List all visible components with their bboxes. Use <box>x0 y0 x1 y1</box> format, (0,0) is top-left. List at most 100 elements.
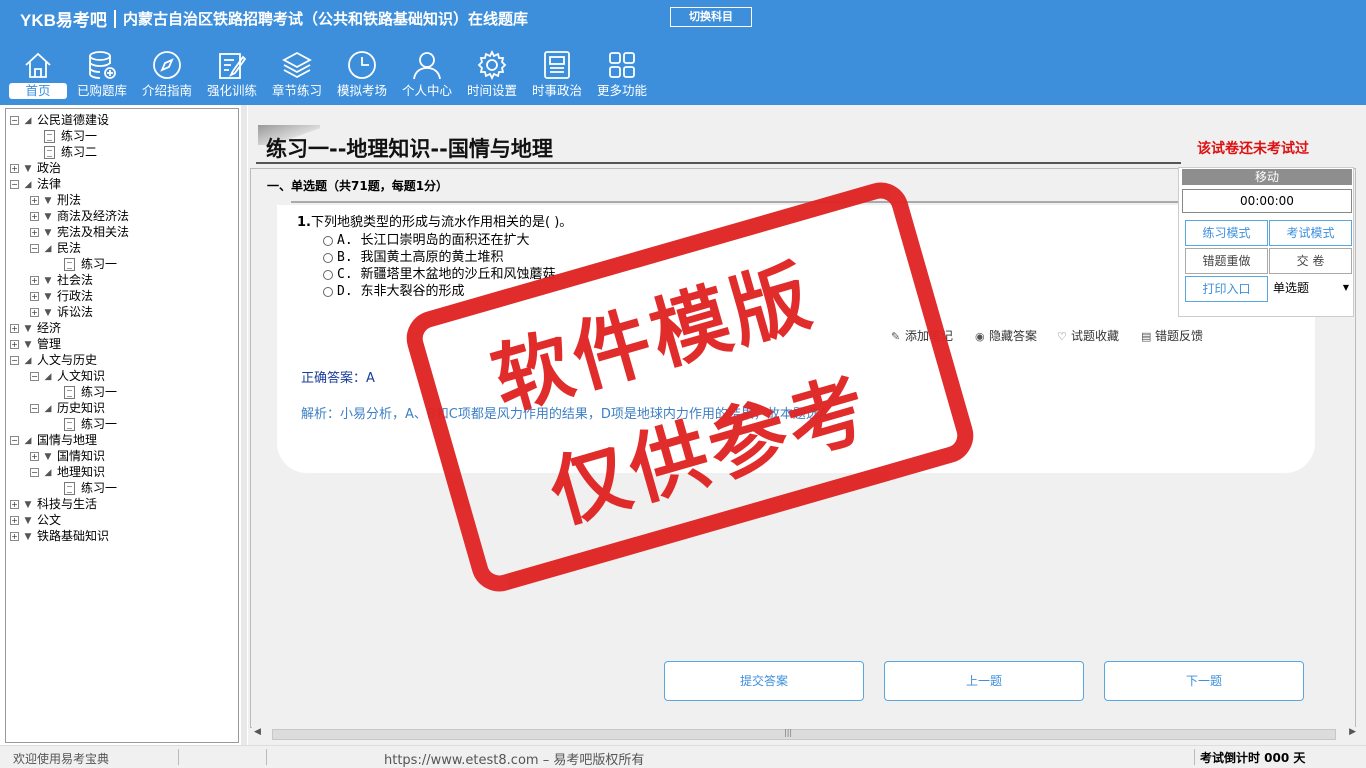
tree-node[interactable]: − ◢ 国情与地理 <box>10 432 97 448</box>
nav-training[interactable]: 强化训练 <box>200 45 264 103</box>
folder-arrow-icon: ▼ <box>24 339 32 350</box>
tree-node[interactable]: − ◢ 法律 <box>10 176 61 192</box>
nav-current-affairs[interactable]: 时事政治 <box>525 45 589 103</box>
nav-home[interactable]: 首页 <box>6 45 70 103</box>
clock-icon <box>348 51 376 79</box>
switch-subject-button[interactable]: 切换科目 <box>670 7 752 27</box>
tree-node[interactable]: + ▼ 管理 <box>10 336 61 352</box>
collapse-icon[interactable]: − <box>30 244 39 253</box>
tree-node[interactable]: − ◢ 民法 <box>30 240 81 256</box>
collapse-icon[interactable]: − <box>10 116 19 125</box>
collapse-icon[interactable]: − <box>30 404 39 413</box>
panel-move-handle[interactable]: 移动 <box>1182 169 1352 185</box>
expand-icon[interactable]: + <box>10 324 19 333</box>
tree-node[interactable]: 练习一 <box>64 256 117 272</box>
nav-mock-exam[interactable]: 模拟考场 <box>330 45 394 103</box>
tree-node-label: 社会法 <box>57 273 94 287</box>
tree-node[interactable]: + ▼ 国情知识 <box>30 448 105 464</box>
tree-node[interactable]: + ▼ 政治 <box>10 160 61 176</box>
redo-wrong-button[interactable]: 错题重做 <box>1185 248 1268 274</box>
collapse-icon[interactable]: − <box>10 436 19 445</box>
tree-node-label: 地理知识 <box>57 465 106 479</box>
scroll-right-icon[interactable]: ▶ <box>1349 727 1356 737</box>
radio-icon[interactable] <box>323 269 333 280</box>
radio-icon[interactable] <box>323 235 333 246</box>
tree-node-label: 练习一 <box>81 385 118 399</box>
expand-icon[interactable]: + <box>30 276 39 285</box>
folder-arrow-icon: ▼ <box>24 499 32 510</box>
tree-node[interactable]: 练习一 <box>64 416 117 432</box>
app-title: 内蒙古自治区铁路招聘考试（公共和铁路基础知识）在线题库 <box>123 10 529 28</box>
expand-icon[interactable]: + <box>30 196 39 205</box>
feedback-button[interactable]: ▤ 错题反馈 <box>1141 327 1203 344</box>
tree-node[interactable]: − ◢ 历史知识 <box>30 400 105 416</box>
folder-arrow-icon: ◢ <box>44 403 52 414</box>
question-type-select[interactable]: 单选题 ▼ <box>1271 276 1353 302</box>
document-icon <box>44 146 55 159</box>
previous-question-button[interactable]: 上一题 <box>884 661 1084 701</box>
tree-node-label: 练习一 <box>81 257 118 271</box>
folder-arrow-icon: ▼ <box>24 323 32 334</box>
tree-node[interactable]: 练习一 <box>64 384 117 400</box>
tree-node[interactable]: + ▼ 宪法及相关法 <box>30 224 129 240</box>
tree-node[interactable]: 练习一 <box>64 480 117 496</box>
expand-icon[interactable]: + <box>30 308 39 317</box>
splitter[interactable] <box>241 105 247 745</box>
nav-more[interactable]: 更多功能 <box>590 45 654 103</box>
tree-node[interactable]: + ▼ 科技与生活 <box>10 496 97 512</box>
expand-icon[interactable]: + <box>10 532 19 541</box>
tree-node[interactable]: 练习二 <box>44 144 97 160</box>
tree-node[interactable]: − ◢ 人文知识 <box>30 368 105 384</box>
status-bar: 欢迎使用易考宝典 https://www.etest8.com – 易考吧版权所… <box>0 745 1366 768</box>
expand-icon[interactable]: + <box>30 212 39 221</box>
expand-icon[interactable]: + <box>10 500 19 509</box>
collapse-icon[interactable]: − <box>30 372 39 381</box>
tree-node[interactable]: + ▼ 铁路基础知识 <box>10 528 109 544</box>
favorite-button[interactable]: ♡ 试题收藏 <box>1057 327 1119 344</box>
nav-chapter[interactable]: 章节练习 <box>265 45 329 103</box>
tree-node[interactable]: + ▼ 刑法 <box>30 192 81 208</box>
scroll-left-icon[interactable]: ◀ <box>254 727 261 737</box>
horizontal-scrollbar[interactable]: ◀ ||| ▶ <box>252 727 1360 742</box>
tree-node[interactable]: − ◢ 人文与历史 <box>10 352 97 368</box>
submit-answer-button[interactable]: 提交答案 <box>664 661 864 701</box>
tree-node[interactable]: + ▼ 商法及经济法 <box>30 208 129 224</box>
collapse-icon[interactable]: − <box>10 180 19 189</box>
tree-node-label: 国情与地理 <box>37 433 98 447</box>
expand-icon[interactable]: + <box>10 340 19 349</box>
hand-in-button[interactable]: 交 卷 <box>1269 248 1352 274</box>
grid-icon <box>609 52 635 78</box>
next-question-button[interactable]: 下一题 <box>1104 661 1304 701</box>
tree-node[interactable]: + ▼ 行政法 <box>30 288 93 304</box>
radio-icon[interactable] <box>323 252 333 263</box>
tree-node[interactable]: + ▼ 社会法 <box>30 272 93 288</box>
radio-icon[interactable] <box>323 286 333 297</box>
print-button[interactable]: 打印入口 <box>1185 276 1268 302</box>
expand-icon[interactable]: + <box>10 516 19 525</box>
tree-node[interactable]: − ◢ 地理知识 <box>30 464 105 480</box>
collapse-icon[interactable]: − <box>30 468 39 477</box>
tree-node[interactable]: + ▼ 经济 <box>10 320 61 336</box>
logo-divider <box>114 10 116 28</box>
expand-icon[interactable]: + <box>30 452 39 461</box>
user-icon <box>413 52 441 80</box>
nav-guide[interactable]: 介绍指南 <box>135 45 199 103</box>
tree-node[interactable]: 练习一 <box>44 128 97 144</box>
nav-time-settings[interactable]: 时间设置 <box>460 45 524 103</box>
tree-node[interactable]: + ▼ 公文 <box>10 512 61 528</box>
document-icon <box>64 386 75 399</box>
expand-icon[interactable]: + <box>30 228 39 237</box>
nav-profile[interactable]: 个人中心 <box>395 45 459 103</box>
expand-icon[interactable]: + <box>10 164 19 173</box>
exam-mode-button[interactable]: 考试模式 <box>1269 220 1352 246</box>
option-d[interactable]: D. 东非大裂谷的形成 <box>323 280 464 299</box>
hide-answer-button[interactable]: ◉ 隐藏答案 <box>975 327 1037 344</box>
collapse-icon[interactable]: − <box>10 356 19 365</box>
scroll-thumb[interactable] <box>272 729 1336 740</box>
nav-purchased[interactable]: 已购题库 <box>70 45 134 103</box>
tree-node[interactable]: − ◢ 公民道德建设 <box>10 112 109 128</box>
tree-node[interactable]: + ▼ 诉讼法 <box>30 304 93 320</box>
expand-icon[interactable]: + <box>30 292 39 301</box>
practice-mode-button[interactable]: 练习模式 <box>1185 220 1268 246</box>
database-icon <box>89 51 116 79</box>
